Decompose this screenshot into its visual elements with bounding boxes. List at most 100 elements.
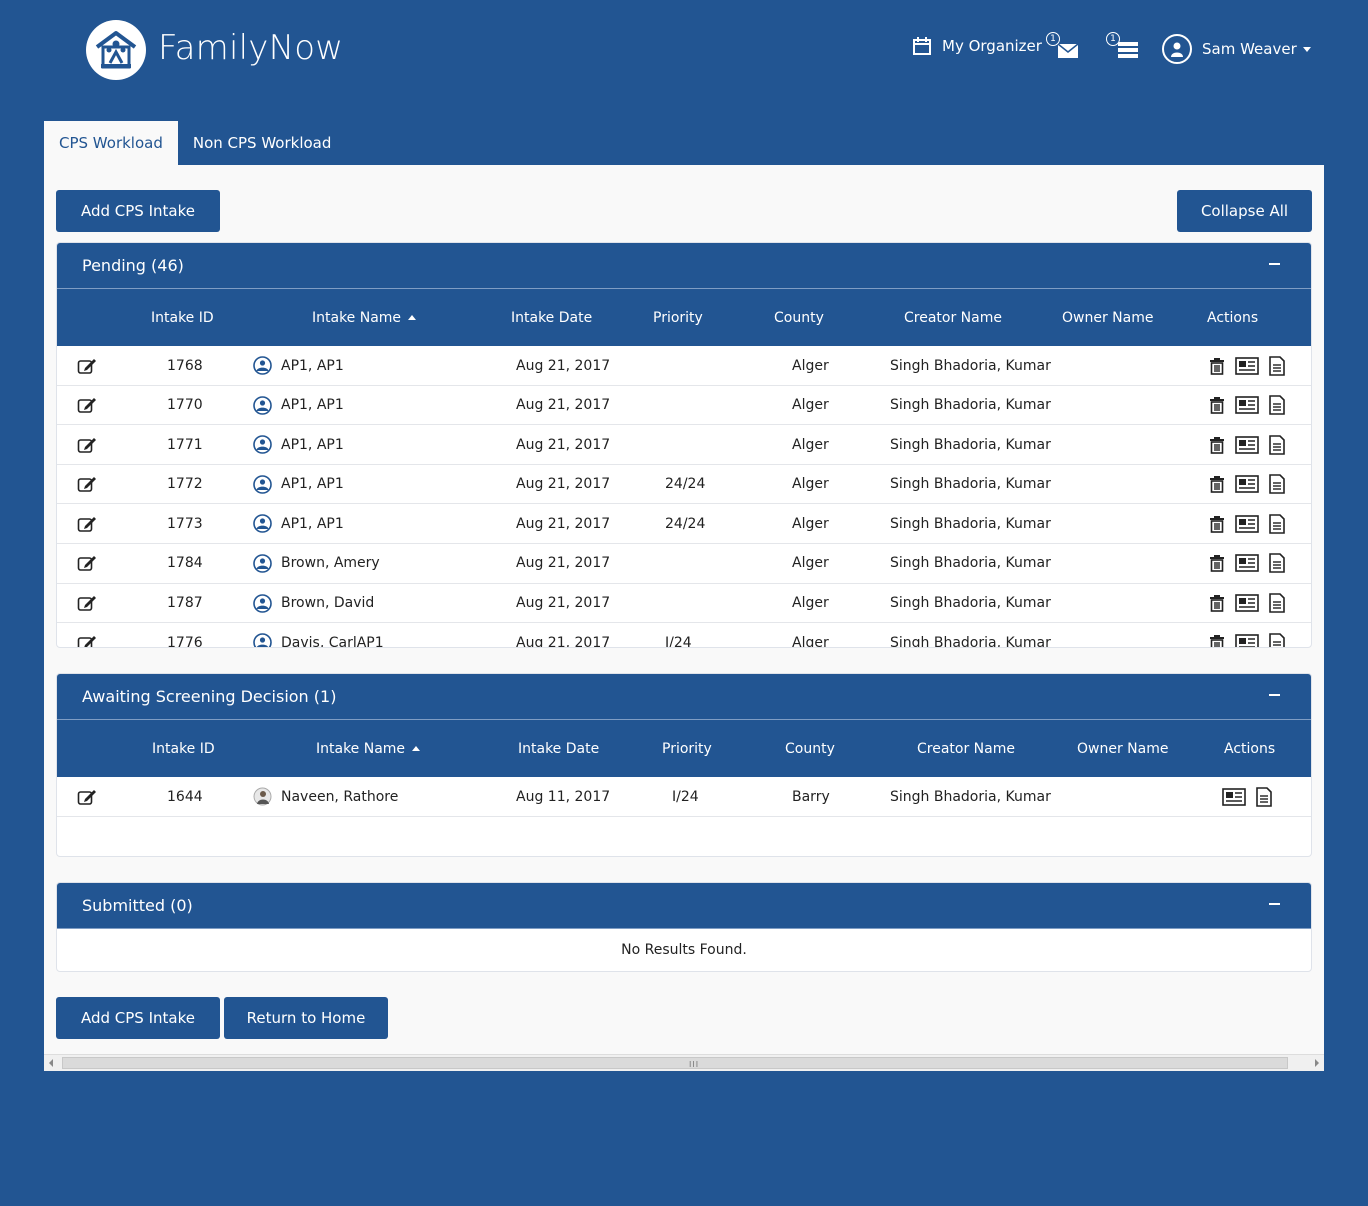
delete-icon[interactable] — [1209, 396, 1225, 414]
my-organizer-link[interactable]: My Organizer — [912, 36, 1042, 56]
newspaper-icon[interactable] — [1222, 787, 1246, 806]
newspaper-icon[interactable] — [1235, 515, 1259, 533]
horizontal-scrollbar[interactable]: III — [44, 1054, 1324, 1071]
intake-date-cell: Aug 21, 2017 — [516, 595, 611, 612]
table-row[interactable]: 1776 Davis, CarlAP1 Aug 21, 2017 I/24 Alger S… — [57, 623, 1311, 647]
edit-icon[interactable] — [77, 623, 97, 647]
table-row[interactable]: 1768 AP1, AP1 Aug 21, 2017 Alger Singh Bhado… — [57, 346, 1311, 386]
document-icon[interactable] — [1256, 786, 1272, 807]
awaiting-panel-header[interactable]: Awaiting Screening Decision (1) — [57, 674, 1311, 720]
collapse-minus-icon[interactable] — [1267, 688, 1281, 702]
person-icon — [253, 514, 281, 534]
col-intake-name[interactable]: Intake Name — [312, 289, 417, 346]
intake-name-cell[interactable]: AP1, AP1 — [253, 346, 344, 385]
document-icon[interactable] — [1269, 395, 1285, 415]
tab-non-cps-workload[interactable]: Non CPS Workload — [178, 121, 347, 165]
intake-name-cell[interactable]: Naveen, Rathore — [253, 777, 398, 816]
delete-icon[interactable] — [1209, 357, 1225, 375]
col-owner-name[interactable]: Owner Name — [1062, 289, 1153, 346]
col-intake-date[interactable]: Intake Date — [511, 289, 592, 346]
intake-name-cell[interactable]: AP1, AP1 — [253, 425, 344, 464]
newspaper-icon[interactable] — [1235, 356, 1259, 375]
newspaper-icon[interactable] — [1235, 475, 1259, 494]
intake-name-text: AP1, AP1 — [281, 476, 344, 493]
intake-name-text: AP1, AP1 — [281, 397, 344, 414]
intake-name-cell[interactable]: Brown, Amery — [253, 544, 380, 583]
table-row[interactable]: 1771 AP1, AP1 Aug 21, 2017 Alger Singh Bhado… — [57, 425, 1311, 465]
delete-icon[interactable] — [1209, 436, 1225, 454]
edit-icon[interactable] — [77, 386, 97, 425]
document-icon[interactable] — [1269, 593, 1285, 613]
add-cps-intake-bottom-button[interactable]: Add CPS Intake — [56, 997, 220, 1039]
collapse-minus-icon[interactable] — [1267, 257, 1281, 271]
tasks-button[interactable]: 1 — [1106, 32, 1140, 62]
table-row[interactable]: 1772 AP1, AP1 Aug 21, 2017 24/24 Alger Singh … — [57, 465, 1311, 505]
document-icon[interactable] — [1269, 632, 1285, 647]
col-intake-id[interactable]: Intake ID — [152, 720, 215, 777]
edit-icon[interactable] — [77, 465, 97, 504]
intake-name-cell[interactable]: AP1, AP1 — [253, 386, 344, 425]
edit-icon[interactable] — [77, 544, 97, 583]
delete-icon[interactable] — [1209, 554, 1225, 573]
intake-name-text: AP1, AP1 — [281, 357, 344, 374]
col-priority[interactable]: Priority — [662, 720, 712, 777]
newspaper-icon[interactable] — [1235, 594, 1259, 612]
submitted-panel-header[interactable]: Submitted (0) — [57, 883, 1311, 929]
edit-icon[interactable] — [77, 425, 97, 464]
document-icon[interactable] — [1269, 355, 1285, 376]
edit-icon[interactable] — [77, 346, 97, 385]
newspaper-icon[interactable] — [1235, 633, 1259, 647]
col-creator-name[interactable]: Creator Name — [904, 289, 1002, 346]
intake-name-cell[interactable]: AP1, AP1 — [253, 465, 344, 504]
return-to-home-button[interactable]: Return to Home — [224, 997, 388, 1039]
messages-button[interactable]: 1 — [1046, 32, 1080, 62]
delete-icon[interactable] — [1209, 475, 1225, 494]
col-county[interactable]: County — [785, 720, 835, 777]
document-icon[interactable] — [1269, 434, 1285, 455]
edit-icon[interactable] — [77, 504, 97, 543]
scrollbar-thumb[interactable]: III — [62, 1057, 1288, 1069]
intake-name-cell[interactable]: Brown, David — [253, 584, 374, 623]
collapse-all-button[interactable]: Collapse All — [1177, 190, 1312, 232]
tab-cps-workload[interactable]: CPS Workload — [44, 121, 178, 165]
document-icon[interactable] — [1269, 514, 1285, 534]
add-cps-intake-button[interactable]: Add CPS Intake — [56, 190, 220, 232]
document-icon[interactable] — [1269, 553, 1285, 574]
col-intake-id[interactable]: Intake ID — [151, 289, 214, 346]
app-title[interactable]: FamilyNow — [158, 28, 343, 68]
table-row[interactable]: 1770 AP1, AP1 Aug 21, 2017 Alger Singh Bhado… — [57, 386, 1311, 426]
col-intake-date[interactable]: Intake Date — [518, 720, 599, 777]
col-creator-name[interactable]: Creator Name — [917, 720, 1015, 777]
delete-icon[interactable] — [1209, 594, 1225, 612]
col-owner-name[interactable]: Owner Name — [1077, 720, 1168, 777]
edit-icon[interactable] — [77, 777, 97, 816]
user-menu[interactable]: Sam Weaver — [1162, 34, 1311, 64]
scroll-left-arrow-icon[interactable] — [49, 1059, 53, 1067]
user-avatar-icon — [1162, 34, 1192, 64]
table-row[interactable]: 1784 Brown, Amery Aug 21, 2017 Alger Singh B… — [57, 544, 1311, 584]
col-county[interactable]: County — [774, 289, 824, 346]
document-icon[interactable] — [1269, 474, 1285, 495]
collapse-minus-icon[interactable] — [1267, 897, 1281, 911]
intake-date-cell: Aug 21, 2017 — [516, 397, 611, 414]
newspaper-icon[interactable] — [1235, 435, 1259, 454]
delete-icon[interactable] — [1209, 515, 1225, 533]
edit-icon[interactable] — [77, 584, 97, 623]
scroll-right-arrow-icon[interactable] — [1315, 1059, 1319, 1067]
table-row[interactable]: 1787 Brown, David Aug 21, 2017 Alger Singh B… — [57, 584, 1311, 624]
intake-name-cell[interactable]: AP1, AP1 — [253, 504, 344, 543]
creator-name-cell: Singh Bhadoria, Kumar — [890, 634, 1051, 647]
newspaper-icon[interactable] — [1235, 396, 1259, 414]
col-priority[interactable]: Priority — [653, 289, 703, 346]
delete-icon[interactable] — [1209, 634, 1225, 647]
family-logo-icon[interactable] — [86, 20, 146, 80]
pending-panel-header[interactable]: Pending (46) — [57, 243, 1311, 289]
intake-date-cell: Aug 21, 2017 — [516, 357, 611, 374]
person-icon — [253, 593, 281, 613]
intake-name-cell[interactable]: Davis, CarlAP1 — [253, 623, 384, 647]
col-intake-name[interactable]: Intake Name — [316, 720, 421, 777]
table-row[interactable]: 1644 Naveen, Rathore Aug 11, 2017 I/24 Barry… — [57, 777, 1311, 817]
newspaper-icon[interactable] — [1235, 554, 1259, 573]
awaiting-panel-title: Awaiting Screening Decision (1) — [82, 687, 337, 706]
table-row[interactable]: 1773 AP1, AP1 Aug 21, 2017 24/24 Alger Singh … — [57, 504, 1311, 544]
